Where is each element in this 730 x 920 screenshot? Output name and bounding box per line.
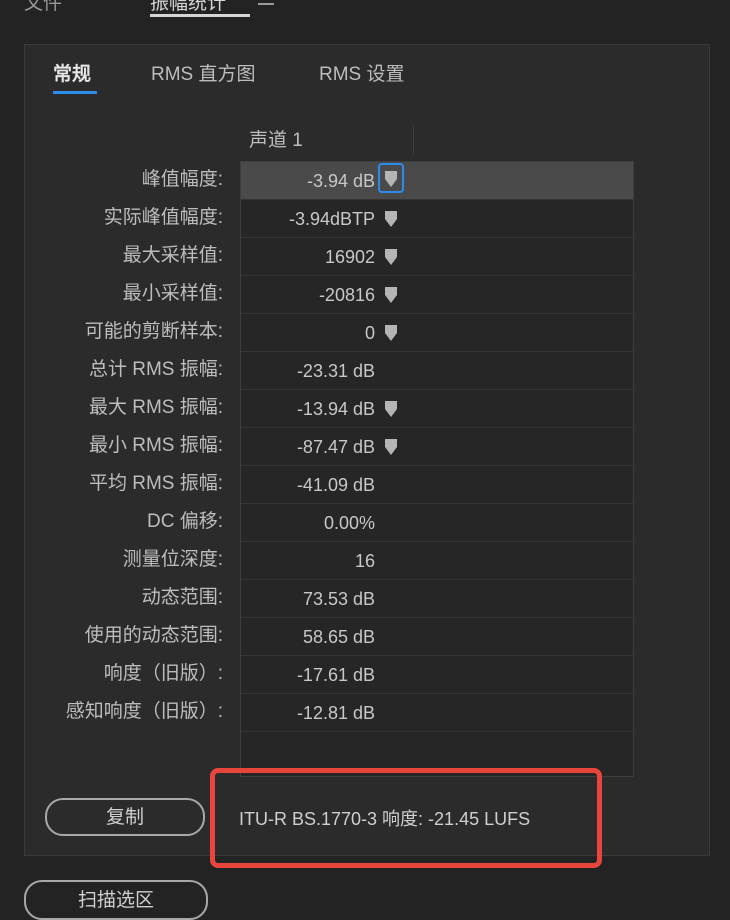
row-value: -20816 xyxy=(318,285,375,305)
row-label: 平均 RMS 振幅: xyxy=(88,473,223,494)
marker-icon[interactable] xyxy=(378,163,404,193)
row-value: 0.00% xyxy=(323,513,375,533)
marker-icon[interactable] xyxy=(384,324,400,342)
row-label: 最小采样值: xyxy=(122,283,223,304)
row-label: 使用的动态范围: xyxy=(84,625,223,646)
row-value: 0 xyxy=(364,323,375,343)
table-row[interactable]: -12.81 dB xyxy=(241,694,633,732)
table-row[interactable]: -20816 xyxy=(241,276,633,314)
row-value: 16 xyxy=(354,551,375,571)
row-value: -12.81 dB xyxy=(296,703,375,723)
row-value: 73.53 dB xyxy=(302,589,375,609)
row-label: 总计 RMS 振幅: xyxy=(88,359,223,380)
table-row[interactable]: -23.31 dB xyxy=(241,352,633,390)
tab-rms-histogram[interactable]: RMS 直方图 xyxy=(151,63,256,87)
amplitude-statistics-panel: 常规 RMS 直方图 RMS 设置 声道 1 -3.94 dB -3.94dBTP… xyxy=(24,44,710,856)
table-row[interactable]: -41.09 dB xyxy=(241,466,633,504)
table-row[interactable]: 16 xyxy=(241,542,633,580)
scan-selection-button[interactable]: 扫描选区 xyxy=(24,880,208,920)
marker-icon[interactable] xyxy=(384,400,400,418)
hamburger-menu-icon[interactable] xyxy=(258,0,274,8)
row-value: -17.61 dB xyxy=(296,665,375,685)
row-label: 最大 RMS 振幅: xyxy=(88,397,223,418)
table-row[interactable]: -3.94 dB xyxy=(241,162,633,200)
row-value: -13.94 dB xyxy=(296,399,375,419)
tab-file[interactable]: 文件 xyxy=(24,0,62,14)
row-value: -3.94dBTP xyxy=(288,209,375,229)
marker-icon[interactable] xyxy=(384,438,400,456)
marker-icon[interactable] xyxy=(384,248,400,266)
row-label: 动态范围: xyxy=(141,587,223,608)
table-row[interactable]: -17.61 dB xyxy=(241,656,633,694)
row-label: 感知响度（旧版）: xyxy=(65,701,223,722)
row-value: -3.94 dB xyxy=(306,171,375,191)
tab-general[interactable]: 常规 xyxy=(53,63,91,87)
row-label: 峰值幅度: xyxy=(141,169,223,190)
general-tab-underline xyxy=(53,91,97,94)
table-row[interactable]: 73.53 dB xyxy=(241,580,633,618)
table-row[interactable]: 0 xyxy=(241,314,633,352)
tab-amplitude-statistics[interactable]: 振幅统计 xyxy=(150,0,226,14)
table-row[interactable]: 58.65 dB xyxy=(241,618,633,656)
row-label: 最大采样值: xyxy=(122,245,223,266)
table-row[interactable]: -13.94 dB xyxy=(241,390,633,428)
row-label: 可能的剪断样本: xyxy=(84,321,223,342)
row-value: -23.31 dB xyxy=(296,361,375,381)
table-row[interactable]: -3.94dBTP xyxy=(241,200,633,238)
marker-icon[interactable] xyxy=(384,286,400,304)
loudness-highlight-box xyxy=(210,768,602,868)
row-label: 实际峰值幅度: xyxy=(103,207,223,228)
row-value: 16902 xyxy=(324,247,375,267)
table-row[interactable]: 0.00% xyxy=(241,504,633,542)
tab-rms-settings[interactable]: RMS 设置 xyxy=(319,63,405,87)
row-label: 测量位深度: xyxy=(122,549,223,570)
row-label: 响度（旧版）: xyxy=(103,663,223,684)
row-value: -41.09 dB xyxy=(296,475,375,495)
row-label: 最小 RMS 振幅: xyxy=(88,435,223,456)
row-value: 58.65 dB xyxy=(302,627,375,647)
copy-button[interactable]: 复制 xyxy=(45,798,205,836)
marker-icon[interactable] xyxy=(384,210,400,228)
top-tab-bar: 文件 振幅统计 xyxy=(0,0,730,30)
row-label: DC 偏移: xyxy=(146,511,223,532)
channel-1-column-header[interactable]: 声道 1 xyxy=(249,129,303,153)
column-divider[interactable] xyxy=(413,125,414,155)
row-value: -87.47 dB xyxy=(296,437,375,457)
table-row[interactable]: -87.47 dB xyxy=(241,428,633,466)
active-tab-underline xyxy=(150,14,250,17)
statistics-table: -3.94 dB -3.94dBTP 16902 -20816 0 -23.31 dB -1… xyxy=(240,161,634,777)
table-row[interactable]: 16902 xyxy=(241,238,633,276)
